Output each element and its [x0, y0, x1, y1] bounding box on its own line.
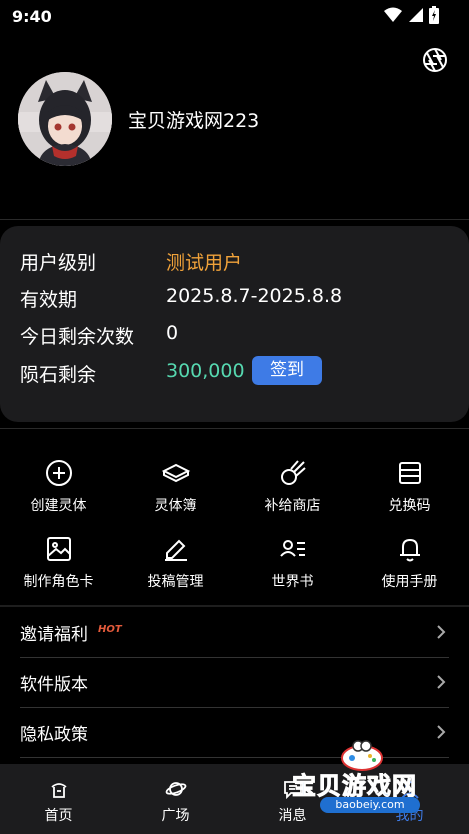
list-item-software-version[interactable]: 软件版本	[0, 657, 469, 707]
bell-icon	[400, 538, 420, 562]
avatar-illustration	[18, 72, 112, 166]
username: 宝贝游戏网223	[128, 110, 260, 132]
account-info-card: 用户级别 测试用户 有效期 2025.8.7-2025.8.8 今日剩余次数 0…	[0, 226, 469, 422]
meteorite-balance-value: 300,000	[166, 360, 245, 382]
chevron-right-icon	[437, 675, 446, 689]
grid-item-make-character-card[interactable]: 制作角色卡	[0, 534, 117, 598]
watermark-text: 宝贝游戏网	[292, 772, 417, 801]
remaining-today-label: 今日剩余次数	[20, 326, 135, 348]
status-bar: 9:40	[0, 0, 469, 34]
grid-label: 世界书	[271, 574, 314, 590]
settings-button[interactable]	[421, 46, 449, 74]
list-item-label: 隐私政策	[20, 725, 88, 745]
checkin-button[interactable]: 签到	[252, 356, 322, 385]
validity-label: 有效期	[20, 289, 78, 311]
list-item-invite-rewards[interactable]: 邀请福利 HOT	[0, 607, 469, 657]
grid-item-user-manual[interactable]: 使用手册	[351, 534, 468, 598]
avatar[interactable]	[18, 72, 112, 166]
plus-circle-icon	[46, 460, 72, 486]
person-list-icon	[280, 540, 305, 557]
edit-icon	[165, 539, 187, 561]
grid-item-create-spirit[interactable]: 创建灵体	[0, 458, 117, 522]
book-icon	[161, 463, 191, 483]
status-icons	[384, 6, 439, 24]
user-level-value: 测试用户	[166, 252, 243, 274]
watermark-logo: 宝贝游戏网 baobeiy.com	[290, 738, 450, 830]
watermark-url: baobeiy.com	[320, 797, 420, 813]
battery-icon	[429, 6, 439, 24]
grid-item-world-book[interactable]: 世界书	[234, 534, 351, 598]
grid-label: 创建灵体	[30, 498, 87, 514]
status-time: 9:40	[12, 7, 52, 26]
divider	[0, 428, 469, 429]
grid-item-redeem-code[interactable]: 兑换码	[351, 458, 468, 522]
grid-item-spirit-book[interactable]: 灵体簿	[117, 458, 234, 522]
grid-item-submission-management[interactable]: 投稿管理	[117, 534, 234, 598]
wifi-icon	[384, 7, 402, 22]
hot-badge: HOT	[98, 624, 122, 635]
user-level-label: 用户级别	[20, 252, 97, 274]
redeem-code-icon	[399, 462, 421, 484]
signal-icon	[409, 8, 423, 22]
grid-label: 使用手册	[381, 574, 438, 590]
nav-label: 广场	[161, 808, 190, 824]
meteorite-balance-label: 陨石剩余	[20, 364, 97, 386]
grid-label: 兑换码	[388, 498, 431, 514]
meteor-icon	[281, 460, 306, 485]
remaining-today-value: 0	[166, 322, 179, 344]
grid-item-supply-shop[interactable]: 补给商店	[234, 458, 351, 522]
grid-label: 补给商店	[264, 498, 321, 514]
list-item-label: 软件版本	[20, 675, 88, 695]
nav-plaza[interactable]: 广场	[117, 764, 234, 834]
planet-icon	[165, 782, 187, 796]
image-icon	[47, 537, 71, 561]
aperture-icon	[423, 48, 447, 72]
home-icon	[51, 783, 67, 798]
chevron-right-icon	[437, 625, 446, 639]
grid-label: 灵体簿	[154, 498, 197, 514]
list-item-label: 邀请福利	[20, 625, 88, 645]
nav-label: 首页	[44, 808, 73, 824]
grid-label: 制作角色卡	[23, 574, 94, 590]
nav-home[interactable]: 首页	[0, 764, 117, 834]
grid-label: 投稿管理	[147, 574, 204, 590]
validity-value: 2025.8.7-2025.8.8	[166, 285, 343, 307]
divider	[0, 219, 469, 220]
